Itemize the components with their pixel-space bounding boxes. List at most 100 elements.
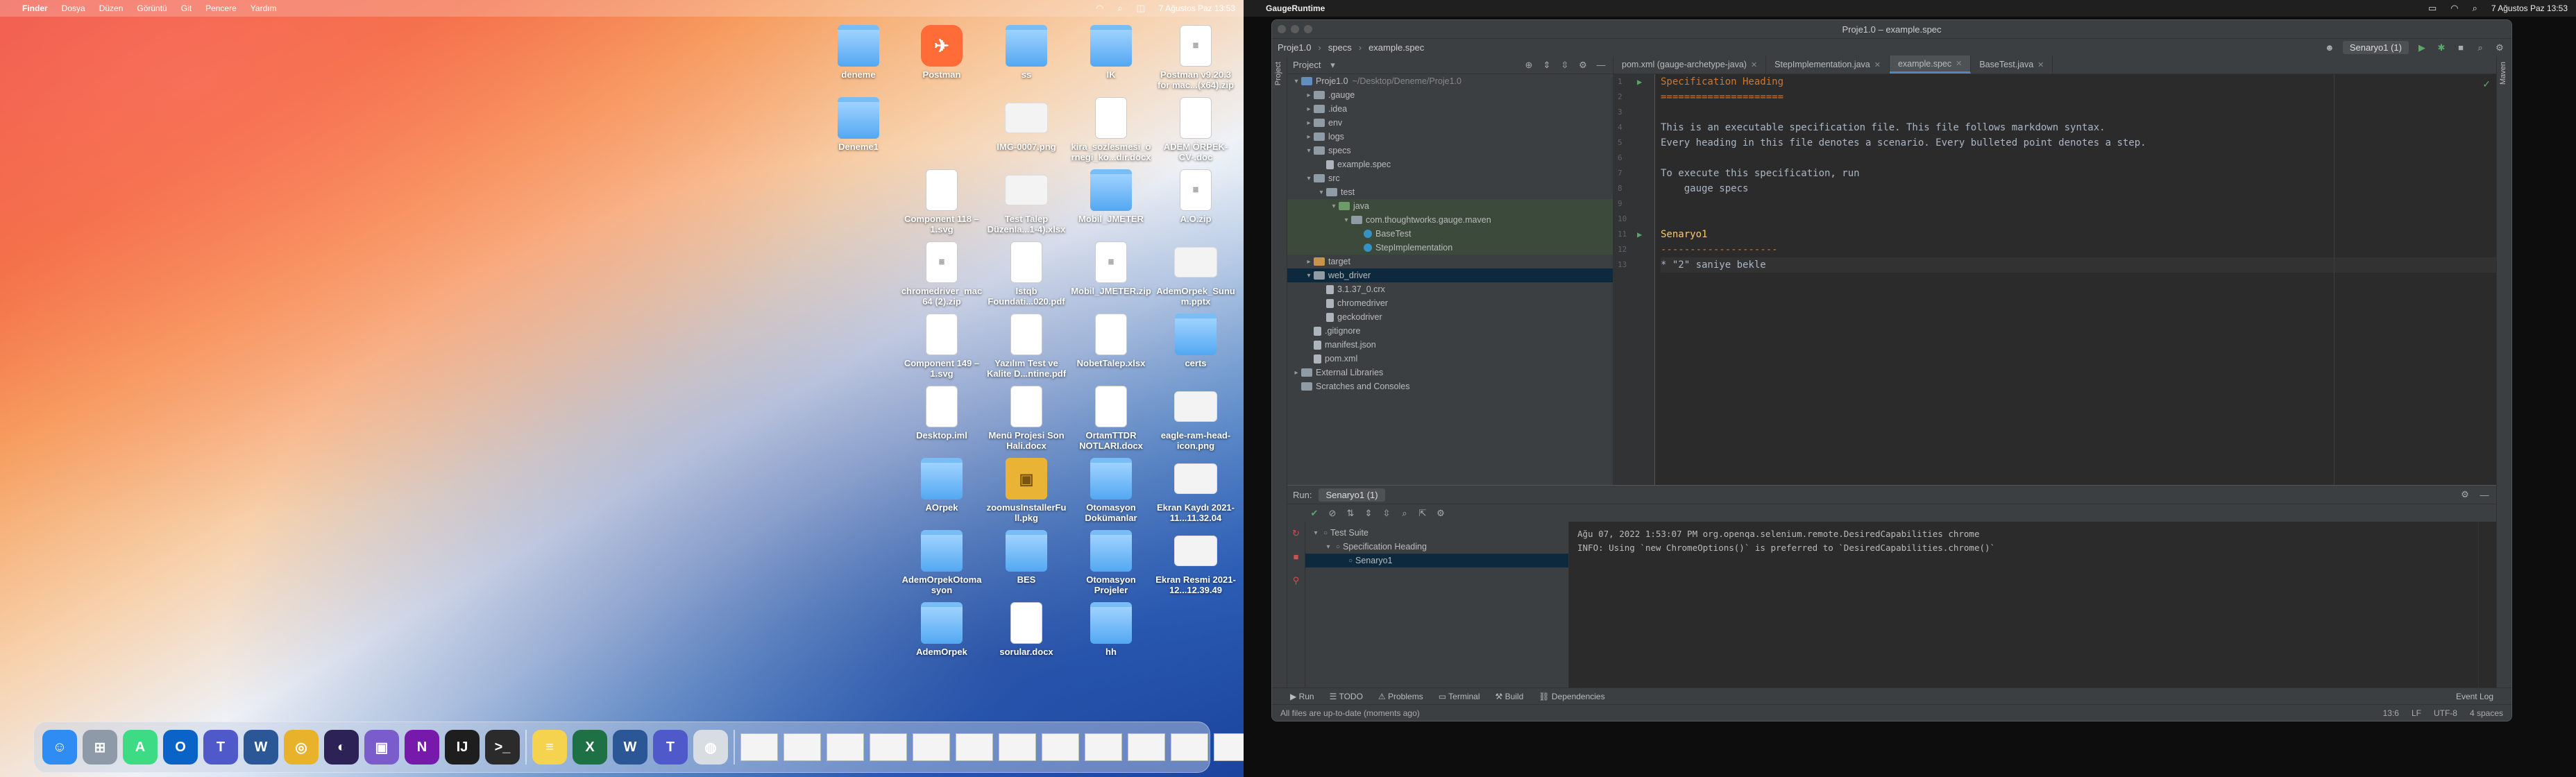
tree-item[interactable]: pom.xml — [1287, 352, 1613, 366]
desktop-icon-img[interactable]: AdemOrpek_Sunum.pptx — [1155, 241, 1237, 307]
desktop-icon-doc[interactable]: OrtamTTDR NOTLARI.docx — [1070, 386, 1152, 451]
desktop-icon-app[interactable]: ✈ Postman — [901, 25, 983, 80]
dock-app-finder[interactable]: ☺ — [42, 730, 77, 765]
control-center-icon[interactable]: ◫ — [1137, 3, 1145, 14]
tree-item[interactable]: ▸ .idea — [1287, 102, 1613, 116]
tool-tab-terminal[interactable]: ▭ Terminal — [1439, 692, 1480, 701]
desktop-icon-doc[interactable]: sorular.docx — [985, 602, 1067, 657]
stop-run-icon[interactable]: ■ — [1287, 545, 1305, 569]
chevron-down-icon[interactable]: ▾ — [1311, 529, 1321, 537]
tree-item[interactable]: BaseTest — [1287, 227, 1613, 241]
desktop-icon-folder[interactable]: AOrpek — [901, 458, 983, 513]
gear-icon[interactable]: ⚙ — [1434, 507, 1447, 520]
pin-icon[interactable]: ⚲ — [1287, 569, 1305, 592]
tree-item[interactable]: ▸ env — [1287, 116, 1613, 130]
chevron-down-icon[interactable]: ▾ — [1326, 59, 1339, 71]
tree-item[interactable]: ▸ logs — [1287, 130, 1613, 144]
editor-tab[interactable]: pom.xml (gauge-archetype-java) ✕ — [1613, 56, 1767, 74]
debug-icon[interactable]: ✱ — [2435, 42, 2448, 54]
test-result-item[interactable]: ○ Senaryo1 — [1305, 554, 1568, 567]
dock-minimized-window[interactable] — [956, 733, 993, 761]
chevron-right-icon[interactable]: ▸ — [1304, 92, 1314, 99]
breadcrumb-file[interactable]: example.spec — [1368, 42, 1424, 53]
desktop-icon-doc[interactable]: NobetTalep.xlsx — [1070, 314, 1152, 368]
minimize-window-button[interactable] — [1291, 25, 1299, 33]
expand-icon[interactable]: ⇕ — [1362, 507, 1375, 520]
tree-item[interactable]: geckodriver — [1287, 310, 1613, 324]
dock-minimized-window[interactable] — [1128, 733, 1165, 761]
battery-icon[interactable]: ▭ — [2428, 3, 2437, 14]
desktop-icon-img[interactable]: IMG-0007.png — [985, 97, 1067, 152]
dock-app-word-2[interactable]: W — [613, 730, 647, 765]
tree-item[interactable]: ▾ com.thoughtworks.gauge.maven — [1287, 213, 1613, 227]
line-separator[interactable]: LF — [2412, 708, 2421, 718]
code-line[interactable]: -------------------- — [1661, 242, 2496, 257]
desktop-icon-doc[interactable]: Desktop.iml — [901, 386, 983, 441]
desktop-icon-doc[interactable]: Yazılım Test ve Kalite D...ntine.pdf — [985, 314, 1067, 379]
dock-minimized-window[interactable] — [913, 733, 950, 761]
tree-item[interactable]: ▾ java — [1287, 199, 1613, 213]
window-title-bar[interactable]: Proje1.0 – example.spec — [1272, 20, 2511, 38]
tool-tab-run[interactable]: ▶ Run — [1290, 692, 1314, 701]
desktop-icon-pkg[interactable]: ▣ zoomusInstallerFull.pkg — [985, 458, 1067, 523]
code-line[interactable] — [1661, 105, 2496, 120]
close-tab-icon[interactable]: ✕ — [1874, 60, 1881, 69]
close-tab-icon[interactable]: ✕ — [1956, 59, 1962, 68]
run-icon[interactable]: ▶ — [2416, 42, 2428, 54]
chevron-down-icon[interactable]: ▾ — [1341, 216, 1351, 224]
tree-item[interactable]: ▾ specs — [1287, 144, 1613, 157]
tree-item[interactable]: .gitignore — [1287, 324, 1613, 338]
code-line[interactable]: * "2" saniye bekle — [1661, 257, 2496, 273]
run-configuration-select[interactable]: Senaryo1 (1) — [2342, 41, 2409, 54]
ignored-filter-icon[interactable]: ⊘ — [1326, 507, 1339, 520]
desktop-icon-folder[interactable]: AdemOrpekOtomasyon — [901, 530, 983, 595]
chevron-down-icon[interactable]: ▾ — [1316, 189, 1326, 196]
project-tool-tab[interactable]: Project — [1272, 56, 1285, 91]
dock-app-intellij-idea[interactable]: IJ — [445, 730, 480, 765]
chevron-down-icon[interactable]: ▾ — [1304, 147, 1314, 155]
chevron-right-icon[interactable]: ▸ — [1304, 133, 1314, 141]
menu-finder[interactable]: Finder — [22, 3, 48, 13]
desktop-icon-folder[interactable]: Deneme1 — [817, 97, 899, 152]
file-encoding[interactable]: UTF-8 — [2434, 708, 2457, 718]
settings-icon[interactable]: ⚙ — [2493, 42, 2506, 54]
menu-duzen[interactable]: Düzen — [99, 3, 124, 13]
rerun-icon[interactable]: ↻ — [1287, 522, 1305, 545]
tree-item[interactable]: StepImplementation — [1287, 241, 1613, 255]
user-icon[interactable]: ☻ — [2323, 42, 2336, 54]
dock-app-teams[interactable]: T — [203, 730, 238, 765]
tree-item[interactable]: ▸ target — [1287, 255, 1613, 268]
dock-minimized-window[interactable] — [1085, 733, 1122, 761]
code-line[interactable]: This is an executable specification file… — [1661, 120, 2496, 135]
dock-app-word[interactable]: W — [244, 730, 278, 765]
tree-item[interactable]: ▸ External Libraries — [1287, 366, 1613, 379]
desktop-icon-zip[interactable]: ≣ chromedriver_mac64 (2).zip — [901, 241, 983, 307]
project-view-select[interactable]: Project — [1293, 60, 1321, 70]
dock-minimized-window[interactable] — [740, 733, 778, 761]
desktop-icon-img[interactable]: eagle-ram-head-icon.png — [1155, 386, 1237, 451]
editor-tab[interactable]: StepImplementation.java ✕ — [1766, 56, 1890, 74]
code-line[interactable]: To execute this specification, run — [1661, 166, 2496, 181]
code-line[interactable]: gauge specs — [1661, 181, 2496, 196]
desktop-icon-doc[interactable]: Component 149 – 1.svg — [901, 314, 983, 379]
code-line[interactable] — [1661, 212, 2496, 227]
desktop-icon-doc[interactable]: Component 118 – 1.svg — [901, 169, 983, 234]
wifi-icon-right[interactable]: ◠ — [2450, 3, 2458, 14]
dock-minimized-window[interactable] — [783, 733, 821, 761]
tree-item[interactable]: ▸ .gauge — [1287, 88, 1613, 102]
event-log-tab[interactable]: Event Log — [2456, 692, 2493, 701]
desktop-icon-folder[interactable]: AdemOrpek — [901, 602, 983, 657]
close-window-button[interactable] — [1278, 25, 1286, 33]
menu-yardim[interactable]: Yardım — [251, 3, 277, 13]
desktop-icon-doc[interactable]: ADEM ÖRPEK-CV-.doc — [1155, 97, 1237, 162]
editor-tab[interactable]: BaseTest.java ✕ — [1971, 56, 2053, 74]
tree-item[interactable]: ▾ test — [1287, 185, 1613, 199]
zoom-window-button[interactable] — [1304, 25, 1312, 33]
dock-app-terminal[interactable]: >_ — [485, 730, 520, 765]
chevron-right-icon[interactable]: ▸ — [1304, 119, 1314, 127]
stop-icon[interactable]: ■ — [2455, 42, 2467, 54]
code-line[interactable]: Specification Heading — [1661, 74, 2496, 89]
tool-tab-todo[interactable]: ☰ TODO — [1330, 692, 1363, 701]
passed-filter-icon[interactable]: ✔ — [1308, 507, 1321, 520]
menu-pencere[interactable]: Pencere — [205, 3, 237, 13]
